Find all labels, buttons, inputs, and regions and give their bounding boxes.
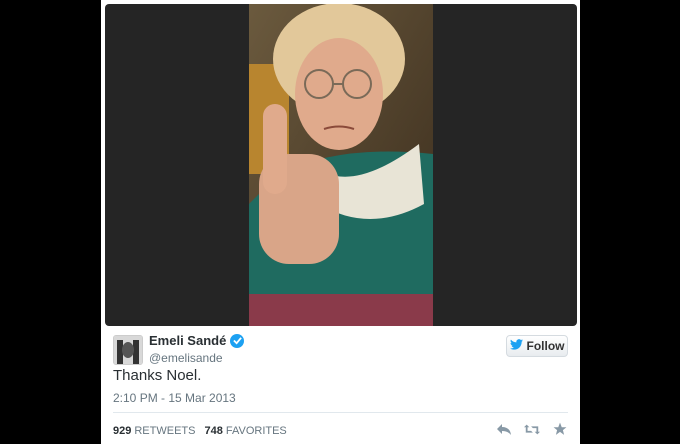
retweets-label: RETWEETS [134, 425, 196, 437]
follow-label: Follow [526, 339, 565, 353]
favorites-label: FAVORITES [225, 425, 287, 437]
twitter-bird-icon [509, 339, 523, 353]
tweet-photo[interactable] [249, 4, 433, 326]
embedded-tweet-card: Emeli Sandé @emelisande Follow Thanks No… [101, 0, 580, 444]
favorites-stat[interactable]: 748 FAVORITES [204, 425, 286, 437]
tweet-text: Thanks Noel. [113, 367, 202, 384]
tweet-timestamp[interactable]: 2:10 PM - 15 Mar 2013 [113, 391, 236, 405]
reply-icon[interactable] [496, 422, 512, 436]
author-handle[interactable]: @emelisande [149, 351, 223, 365]
tweet-header: Emeli Sandé @emelisande Follow [113, 333, 568, 367]
favorites-count: 748 [204, 425, 223, 437]
author-name-row[interactable]: Emeli Sandé [149, 333, 245, 348]
retweets-stat[interactable]: 929 RETWEETS [113, 425, 195, 437]
author-avatar[interactable] [113, 335, 143, 365]
tweet-stats: 929 RETWEETS 748 FAVORITES [113, 425, 291, 437]
verified-badge-icon [230, 333, 245, 348]
author-name[interactable]: Emeli Sandé [149, 333, 226, 348]
retweet-icon[interactable] [524, 422, 540, 436]
tweet-actions [496, 422, 568, 436]
retweets-count: 929 [113, 425, 132, 437]
divider [113, 412, 568, 413]
tweet-media[interactable] [105, 4, 577, 326]
follow-button[interactable]: Follow [506, 335, 568, 357]
star-icon[interactable] [552, 422, 568, 436]
